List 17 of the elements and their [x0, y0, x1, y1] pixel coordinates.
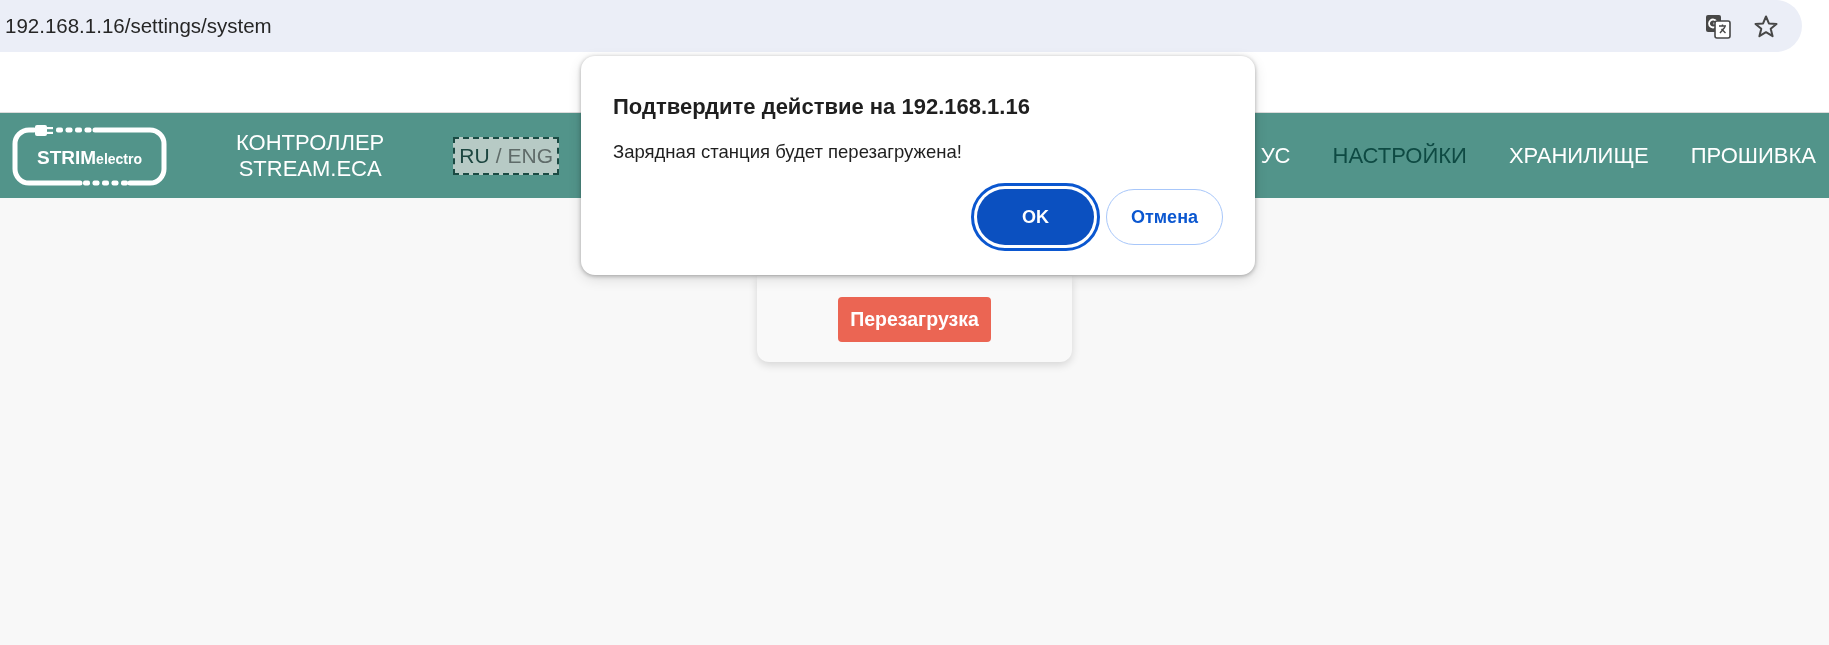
translate-icon[interactable] — [1705, 13, 1731, 39]
nav-link[interactable]: НАСТРОЙКИ — [1332, 142, 1467, 169]
address-bar[interactable]: 192.168.1.16/settings/system — [0, 0, 1802, 52]
logo-text: STRIMelectro — [37, 146, 142, 169]
bookmark-star-icon[interactable] — [1754, 14, 1778, 38]
nav-link[interactable]: УС — [1260, 142, 1291, 169]
language-option[interactable]: ENG — [507, 143, 553, 168]
url-text: 192.168.1.16/settings/system — [5, 14, 272, 38]
dialog-title: Подтвердите действие на 192.168.1.16 — [613, 94, 1031, 120]
language-option[interactable]: RU — [459, 143, 490, 168]
nav-link[interactable]: ПРОШИВКА — [1690, 142, 1816, 169]
cancel-button[interactable]: Отмена — [1106, 189, 1223, 245]
reboot-button[interactable]: Перезагрузка — [838, 297, 991, 342]
dialog-message: Зарядная станция будет перезагружена! — [613, 141, 963, 163]
nav-link[interactable]: ХРАНИЛИЩЕ — [1508, 142, 1649, 169]
device-title: КОНТРОЛЛЕР STREAM.ECA — [236, 129, 385, 182]
language-separator: / — [495, 143, 502, 168]
